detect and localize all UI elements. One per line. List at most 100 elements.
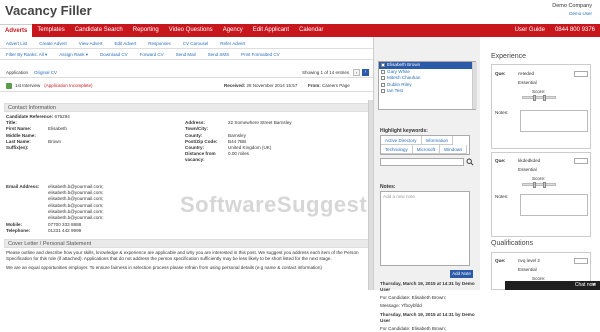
tab-video-questions[interactable]: Video Questions [164, 24, 218, 37]
top-bar: Vacancy Filler Demo Company Demo User [0, 0, 600, 24]
notes-label: Notes: [380, 184, 396, 190]
responses-link[interactable]: Responses [148, 41, 171, 46]
question-requirement: Essential [518, 167, 537, 172]
candidate-name: Dublin Riley [387, 81, 412, 87]
contact-values-left: Elisabeth Brown [48, 126, 67, 145]
entries-count: Showing 1 of 14 entries [302, 69, 350, 75]
score-slider[interactable] [522, 182, 556, 188]
tab-agency[interactable]: Agency [218, 24, 248, 37]
email-list: elisabeth.b@yourmail.com; elisabeth.b@yo… [48, 184, 103, 221]
add-note-button[interactable]: Add Note [450, 270, 473, 278]
question-requirement: Essential [518, 267, 537, 272]
cv-carousel-link[interactable]: CV Carousel [183, 41, 209, 46]
forward-cv-button[interactable]: Forward CV [140, 52, 164, 57]
slider-handle[interactable] [533, 95, 536, 101]
user-guide-link[interactable]: User Guide [510, 24, 550, 37]
candidate-checkbox[interactable] [381, 89, 385, 93]
notes-label: Notes: [495, 194, 509, 199]
original-cv-tab[interactable]: Original CV [34, 70, 57, 75]
interview-status-icon [6, 82, 12, 89]
advert-toolbar: Advert List Create Advert View Advert Ed… [0, 37, 373, 101]
send-mail-button[interactable]: Send Mail [176, 52, 196, 57]
question-text: kkdedkded [518, 158, 541, 163]
create-advert-link[interactable]: Create Advert [39, 41, 67, 46]
application-tab[interactable]: Application [6, 70, 28, 75]
question-card: Que: kkdedkded Essential Score: Notes: [491, 152, 591, 237]
new-note-input[interactable]: Add a new note [380, 191, 470, 266]
application-row: Application Original CV Showing 1 of 14 … [0, 67, 373, 78]
keyword-search-input[interactable] [380, 158, 464, 166]
tab-candidate-search[interactable]: Candidate Search [70, 24, 128, 37]
slider-handle[interactable] [543, 182, 546, 188]
tab-reporting[interactable]: Reporting [128, 24, 164, 37]
middle-name-label: Middle Name: [6, 132, 36, 138]
slider-handle[interactable] [543, 95, 546, 101]
first-name-label: First Name: [6, 126, 32, 132]
contact-info-header: Contact Information [4, 103, 370, 112]
note-candidate: For Candidate: Elisabeth Brown; [380, 295, 447, 300]
keyword-tag[interactable]: Microsoft [412, 145, 441, 154]
keyword-tag[interactable]: Information [421, 136, 454, 145]
question-notes-input[interactable] [520, 110, 588, 132]
advert-list-link[interactable]: Advert List [6, 41, 27, 46]
que-label: Que: [495, 71, 506, 76]
note-entry: Thursday, March 19, 2015 at 14:31 by Dem… [380, 281, 475, 309]
assign-rank-dropdown[interactable]: Assign Rank ▾ [59, 52, 88, 58]
note-entry: Thursday, March 19, 2015 at 14:31 by Dem… [380, 312, 475, 332]
tab-templates[interactable]: Templates [32, 24, 69, 37]
user-menu[interactable]: Demo User [552, 10, 592, 17]
download-cv-button[interactable]: Download CV [100, 52, 128, 57]
keyword-tag[interactable]: Windows [440, 145, 468, 154]
email-item[interactable]: elisabeth.b@yourmail.com; [48, 215, 103, 221]
keyword-tags: Active Directory Information Technology … [380, 135, 470, 155]
refer-advert-link[interactable]: Refer Advert [220, 41, 245, 46]
tab-adverts[interactable]: Adverts [0, 23, 33, 38]
keyword-tag[interactable]: Technology [381, 145, 413, 154]
question-dropdown[interactable] [574, 258, 588, 264]
candidate-name: Mitesh Chauhan [387, 75, 421, 80]
slider-handle[interactable] [533, 182, 536, 188]
question-notes-input[interactable] [520, 194, 588, 216]
note-date: Thursday, March 19, 2015 at 14:31 by Dem… [380, 312, 475, 323]
last-name-value: Brown [48, 138, 62, 144]
app-logo[interactable]: Vacancy Filler [5, 3, 92, 18]
send-sms-button[interactable]: Send SMS [208, 52, 230, 57]
phone-labels: Mobile: Telephone: [6, 222, 30, 234]
application-status: (Application Incomplete) [44, 83, 93, 88]
chat-widget[interactable]: Chat now ✕ [505, 281, 600, 290]
candidate-checkbox[interactable] [381, 63, 385, 67]
post-code-label: Post/Zip Code: [185, 138, 218, 144]
close-icon[interactable]: ✕ [592, 281, 596, 290]
question-dropdown[interactable] [574, 71, 588, 77]
highlight-keywords-label: Highlight keywords: [380, 128, 428, 134]
email-item[interactable]: elisabeth.b@yourmail.com; [48, 196, 103, 202]
email-item[interactable]: elisabeth.b@yourmail.com; [48, 203, 103, 209]
cover-paragraph: We are an equal opportunities employer. … [6, 265, 322, 270]
keyword-tag[interactable]: Active Directory [381, 136, 422, 145]
candidate-checkbox[interactable] [381, 76, 385, 80]
question-dropdown[interactable] [574, 158, 588, 164]
title-label: Title: [6, 120, 17, 126]
que-label: Que: [495, 158, 506, 163]
candidate-name: Elisabeth Brown [387, 62, 421, 67]
candidate-name: Gary White [387, 68, 410, 74]
score-slider[interactable] [522, 95, 556, 101]
next-entry-button[interactable]: › [362, 69, 369, 76]
candidate-item[interactable]: Ian Test [379, 88, 475, 95]
candidate-checkbox[interactable] [381, 82, 385, 87]
print-formatted-cv-button[interactable]: Print Formatted CV [241, 52, 280, 57]
question-card: Que: nHeded Essential Score: Notes: [491, 64, 591, 149]
tab-calendar[interactable]: Calendar [294, 24, 328, 37]
prev-entry-button[interactable]: ‹ [353, 69, 360, 76]
view-advert-link[interactable]: View Advert [79, 41, 103, 46]
search-icon[interactable] [466, 158, 474, 166]
edit-advert-link[interactable]: Edit Advert [114, 41, 136, 46]
candidate-list-scrollbar[interactable] [472, 62, 477, 109]
telephone-label: Telephone: [6, 228, 31, 234]
interview-stage[interactable]: 1st Interview [15, 83, 40, 88]
qualifications-header: Qualifications [491, 240, 534, 247]
candidate-checkbox[interactable] [381, 69, 385, 74]
contact-labels-right: Address: Town/City: County: Post/Zip Cod… [185, 120, 223, 163]
tab-edit-applicant[interactable]: Edit Applicant [248, 24, 294, 37]
filter-by-ranks-dropdown[interactable]: Filter By Ranks: All ▾ [6, 52, 47, 58]
